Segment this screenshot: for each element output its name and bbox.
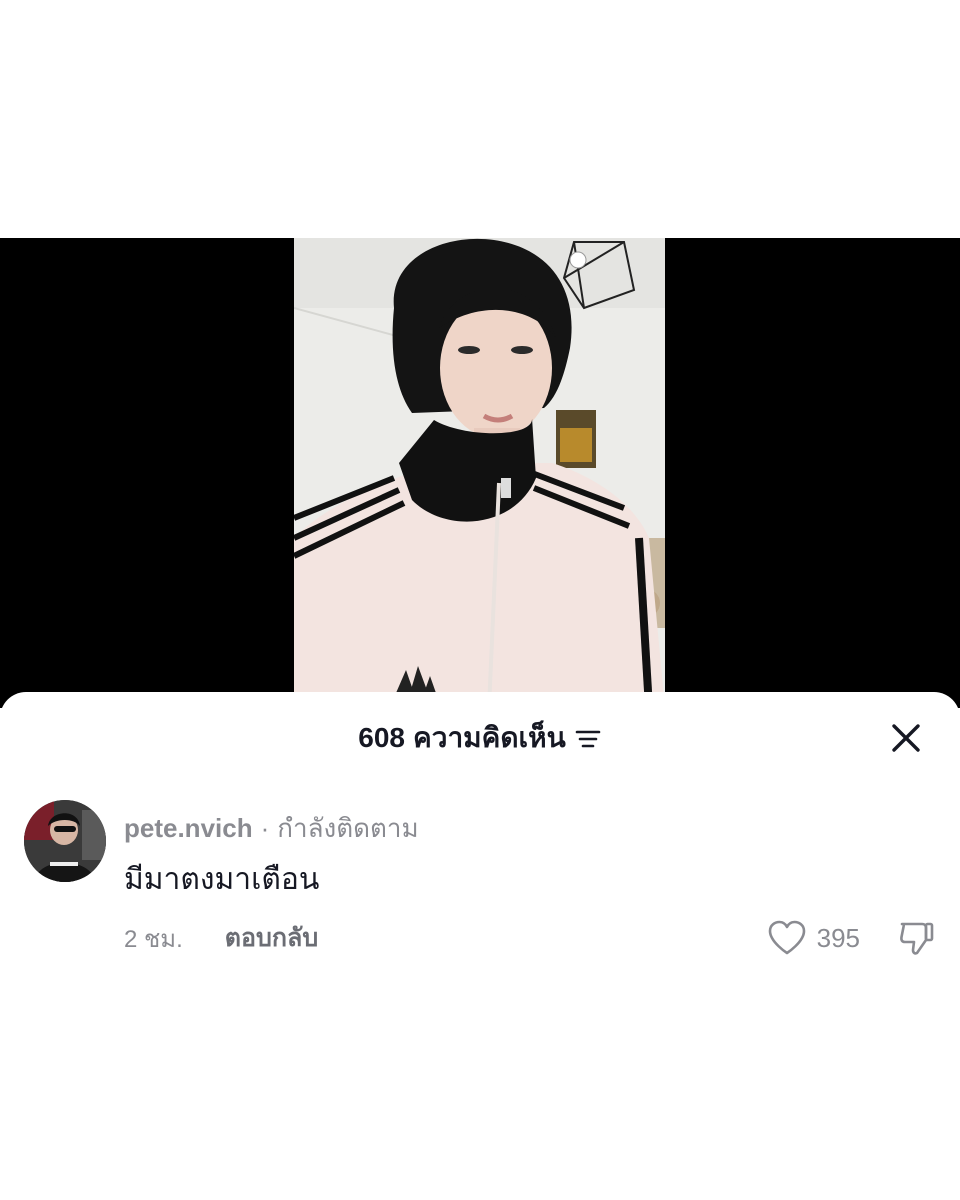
- video-player[interactable]: [0, 238, 960, 708]
- close-button[interactable]: [888, 720, 924, 756]
- close-icon: [892, 724, 920, 752]
- comment-count-label: ความคิดเห็น: [413, 722, 566, 753]
- avatar[interactable]: [24, 800, 106, 882]
- video-still-image: [294, 238, 665, 708]
- comment-count-number: 608: [358, 722, 405, 753]
- video-frame: [294, 238, 665, 708]
- follow-status: กำลังติดตาม: [277, 813, 419, 843]
- comment-footer: 2 ชม. ตอบกลับ 395: [124, 916, 936, 960]
- comment-time: 2 ชม.: [124, 925, 183, 953]
- comment-item: pete.nvich · กำลังติดตาม มีมาตงมาเตือน 2…: [24, 800, 936, 960]
- like-button[interactable]: 395: [767, 920, 860, 956]
- dislike-button[interactable]: [898, 919, 936, 957]
- comments-sheet: 608 ความคิดเห็น pete.nvich · กำลังติดตาม…: [0, 692, 960, 1200]
- comment-count-title: 608 ความคิดเห็น: [358, 716, 601, 760]
- reply-button[interactable]: ตอบกลับ: [225, 918, 318, 958]
- thumbs-down-icon: [900, 922, 934, 955]
- heart-icon: [768, 920, 805, 955]
- like-count: 395: [816, 922, 860, 953]
- comment-actions: 395: [767, 919, 936, 957]
- comment-username[interactable]: pete.nvich: [124, 813, 253, 844]
- filter-icon[interactable]: [574, 724, 602, 752]
- meta-separator: ·: [260, 813, 270, 843]
- comments-header: 608 ความคิดเห็น: [0, 710, 960, 766]
- comment-text: มีมาตงมาเตือน: [124, 863, 320, 896]
- comment-meta: pete.nvich · กำลังติดตาม: [124, 808, 419, 849]
